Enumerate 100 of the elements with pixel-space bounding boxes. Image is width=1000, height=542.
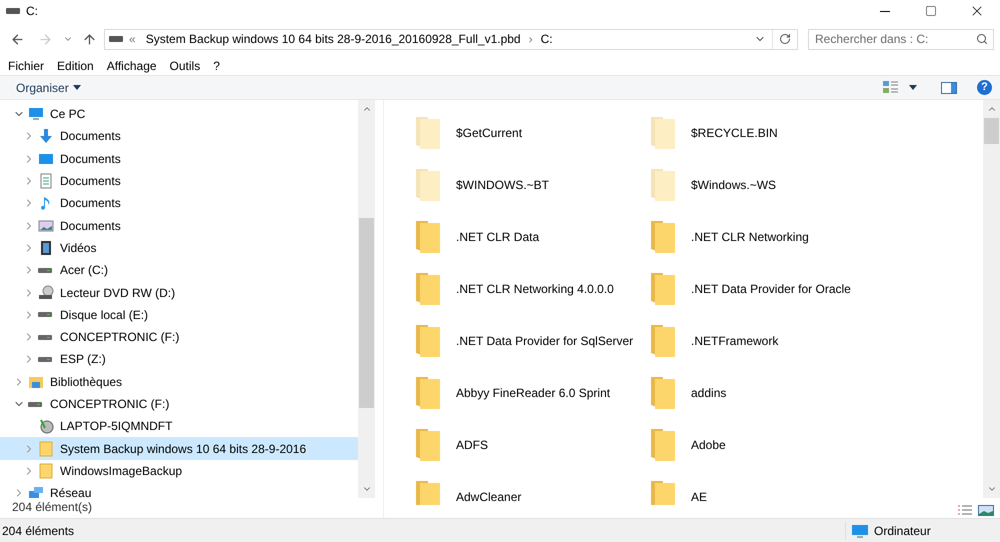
tree-item[interactable]: Documents: [0, 170, 358, 192]
folder-icon: [38, 462, 54, 479]
folder-icon: [649, 219, 677, 255]
breadcrumb-separator[interactable]: ›: [528, 30, 533, 48]
folder-item[interactable]: addins: [649, 367, 884, 419]
overflow-chevrons[interactable]: «: [129, 30, 136, 48]
window-title: C:: [26, 3, 38, 20]
folder-icon: [649, 323, 677, 359]
folder-item[interactable]: .NET CLR Networking: [649, 211, 884, 263]
folder-item[interactable]: AdwCleaner: [414, 471, 649, 505]
computer-icon: [852, 524, 868, 538]
tree-item[interactable]: LAPTOP-5IQMNDFT: [0, 415, 358, 438]
tree-item[interactable]: Vidéos: [0, 236, 358, 260]
folder-icon: [414, 375, 442, 411]
tree-item[interactable]: Documents: [0, 148, 358, 170]
folder-icon: [649, 167, 677, 203]
organize-button[interactable]: Organiser: [16, 78, 81, 96]
address-field[interactable]: « System Backup windows 10 64 bits 28-9-2016_20160928_Full_v1.pbd › C:: [104, 28, 798, 50]
computer-icon: [28, 106, 44, 122]
location-text: Ordinateur: [874, 522, 931, 540]
drive-icon: [109, 35, 123, 43]
folder-item[interactable]: $GetCurrent: [414, 107, 649, 159]
caret-icon: [72, 85, 81, 90]
folder-icon: [414, 219, 442, 255]
folder-item[interactable]: $Windows.~WS: [649, 159, 884, 211]
tree-item[interactable]: Documents: [0, 214, 358, 237]
folder-icon: [649, 427, 677, 463]
tree-item[interactable]: Ce PC: [0, 103, 358, 126]
tree-item[interactable]: Documents: [0, 192, 358, 214]
folder-icon: [414, 115, 442, 151]
folder-icon: [414, 427, 442, 463]
drive-icon: [38, 268, 52, 273]
folder-icon: [414, 167, 442, 203]
drive-icon: [28, 402, 42, 406]
scrollbar[interactable]: [983, 100, 1000, 498]
down-arrow-icon: [38, 128, 54, 144]
menu-item[interactable]: Edition: [57, 56, 94, 74]
search-icon: [976, 32, 988, 44]
drive-icon: [38, 334, 52, 340]
folder-item[interactable]: .NETFramework: [649, 315, 884, 367]
thumbnail-view-icon[interactable]: [978, 505, 994, 516]
tree-item[interactable]: CONCEPTRONIC (F:): [0, 326, 358, 348]
folder-item[interactable]: Abbyy FineReader 6.0 Sprint: [414, 367, 649, 419]
help-button[interactable]: ?: [977, 80, 992, 95]
folder-item[interactable]: Adobe: [649, 419, 884, 471]
item-count: 204 élément(s): [11, 499, 94, 516]
backup-disc-icon: [38, 418, 54, 434]
scrollbar-thumb[interactable]: [359, 218, 374, 408]
refresh-icon[interactable]: [779, 33, 791, 45]
folder-item[interactable]: .NET Data Provider for Oracle: [649, 263, 884, 315]
forward-arrow-icon: [38, 32, 52, 46]
folder-icon: [649, 115, 677, 151]
drive-icon: [38, 356, 52, 362]
status-text: 204 éléments: [2, 522, 74, 540]
tree-item[interactable]: ESP (Z:): [0, 348, 358, 371]
breadcrumb-segment[interactable]: C:: [540, 30, 553, 48]
folder-icon: [649, 479, 677, 505]
tree-item[interactable]: Lecteur DVD RW (D:): [0, 281, 358, 304]
scrollbar-thumb[interactable]: [984, 118, 999, 144]
folder-item[interactable]: .NET CLR Networking 4.0.0.0: [414, 263, 649, 315]
menu-item[interactable]: Outils: [170, 56, 200, 74]
tree-item[interactable]: Documents: [0, 125, 358, 148]
drive-icon: [38, 312, 52, 318]
tree-item[interactable]: Acer (C:): [0, 259, 358, 282]
folder-item[interactable]: .NET Data Provider for SqlServer: [414, 315, 649, 367]
picture-icon: [38, 218, 54, 234]
menu-item[interactable]: Fichier: [8, 56, 44, 74]
view-options-icon[interactable]: [883, 80, 899, 94]
folder-item[interactable]: ADFS: [414, 419, 649, 471]
film-icon: [38, 240, 54, 256]
folder-icon: [649, 375, 677, 411]
search-field[interactable]: Rechercher dans : C:: [808, 28, 994, 50]
disc-drive-icon: [38, 284, 54, 301]
caret-icon[interactable]: [909, 85, 917, 90]
tree-item[interactable]: System Backup windows 10 64 bits 28-9-2016: [0, 437, 358, 460]
folder-icon: [649, 271, 677, 307]
minimize-icon: [880, 10, 890, 12]
folder-item[interactable]: AE: [649, 471, 884, 505]
preview-pane-icon[interactable]: [941, 82, 957, 94]
tree-item[interactable]: Disque local (E:): [0, 304, 358, 326]
menu-item[interactable]: Affichage: [106, 56, 157, 74]
network-icon: [28, 485, 44, 498]
folder-item[interactable]: $WINDOWS.~BT: [414, 159, 649, 211]
folder-icon: [414, 323, 442, 359]
menu-item[interactable]: ?: [213, 56, 220, 74]
breadcrumb-segment[interactable]: System Backup windows 10 64 bits 28-9-2016_20160928_Full_v1.pbd: [146, 30, 521, 48]
tree-item[interactable]: WindowsImageBackup: [0, 460, 358, 482]
folder-item[interactable]: $RECYCLE.BIN: [649, 107, 884, 159]
maximize-icon: [925, 5, 937, 17]
folder-icon: [414, 479, 442, 505]
tree-item[interactable]: Bibliothèques: [0, 370, 358, 393]
folder-icon: [414, 271, 442, 307]
details-view-icon[interactable]: [958, 505, 972, 516]
tree-item[interactable]: CONCEPTRONIC (F:): [0, 392, 358, 416]
folder-icon: [38, 440, 54, 457]
document-icon: [38, 173, 54, 190]
tree-item[interactable]: Réseau: [0, 482, 358, 498]
folder-item[interactable]: .NET CLR Data: [414, 211, 649, 263]
scrollbar[interactable]: [358, 100, 375, 498]
drive-icon: [6, 7, 20, 15]
